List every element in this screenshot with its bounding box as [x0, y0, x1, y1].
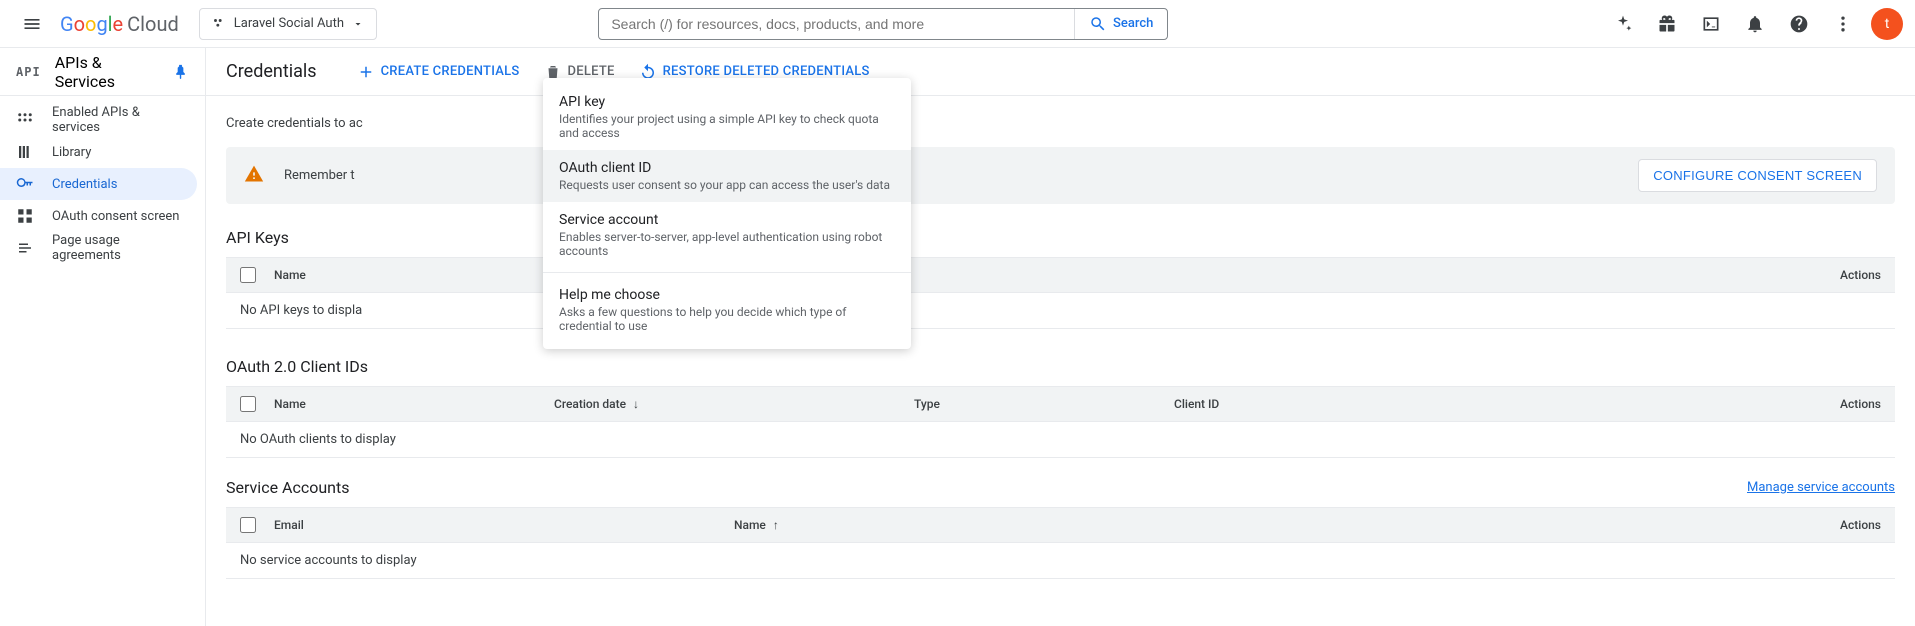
search-icon [1089, 15, 1107, 33]
select-all-checkbox[interactable] [240, 396, 256, 412]
consent-warning-banner: Remember t CONFIGURE CONSENT SCREEN [226, 147, 1895, 204]
gift-icon[interactable] [1647, 4, 1687, 44]
select-all-checkbox[interactable] [240, 267, 256, 283]
delete-label: DELETE [568, 64, 615, 79]
create-credentials-dropdown: API key Identifies your project using a … [543, 78, 911, 349]
sort-desc-icon: ↓ [633, 397, 639, 411]
notifications-icon[interactable] [1735, 4, 1775, 44]
select-all-checkbox[interactable] [240, 517, 256, 533]
more-vert-icon[interactable] [1823, 4, 1863, 44]
col-email[interactable]: Email [274, 518, 734, 532]
search-box: Search [598, 8, 1168, 40]
project-icon [212, 17, 226, 31]
col-creation-label: Creation date [554, 397, 626, 411]
dropdown-item-title: OAuth client ID [559, 160, 895, 176]
pin-icon[interactable] [172, 63, 189, 81]
api-keys-table-header: Name Restrictions Actions [226, 257, 1895, 293]
topbar: Google Cloud Laravel Social Auth Search … [0, 0, 1915, 48]
plus-icon [357, 63, 375, 81]
chevron-down-icon [352, 18, 364, 30]
dropdown-separator [543, 272, 911, 273]
api-icon: API [16, 65, 41, 79]
sidebar-item-label: OAuth consent screen [52, 209, 179, 224]
sidebar-item-enabled-apis[interactable]: Enabled APIs & services [0, 104, 197, 136]
page-title: Credentials [226, 61, 317, 82]
avatar[interactable]: t [1871, 8, 1903, 40]
warning-text: Remember t [284, 168, 355, 183]
col-client-id[interactable]: Client ID [1174, 397, 1374, 411]
oauth-empty-row: No OAuth clients to display [226, 422, 1895, 458]
main-content: Credentials CREATE CREDENTIALS DELETE RE… [206, 48, 1915, 626]
agreement-icon [16, 239, 34, 257]
sidebar-item-label: Library [52, 145, 91, 160]
sidebar: API APIs & Services Enabled APIs & servi… [0, 48, 206, 626]
dropdown-item-sub: Asks a few questions to help you decide … [559, 305, 895, 333]
oauth-table-header: Name Creation date ↓ Type Client ID Acti… [226, 386, 1895, 422]
api-keys-empty-row: No API keys to displa [226, 293, 1895, 329]
create-credentials-label: CREATE CREDENTIALS [381, 64, 520, 79]
library-icon [16, 143, 34, 161]
sidebar-item-page-usage[interactable]: Page usage agreements [0, 232, 197, 264]
intro-text: Create credentials to ac [226, 116, 1895, 131]
configure-consent-screen-button[interactable]: CONFIGURE CONSENT SCREEN [1638, 159, 1877, 192]
dropdown-item-sub: Enables server-to-server, app-level auth… [559, 230, 895, 258]
col-name[interactable]: Name [274, 268, 554, 282]
dropdown-item-title: Service account [559, 212, 895, 228]
section-title-oauth: OAuth 2.0 Client IDs [226, 357, 1895, 376]
dropdown-item-title: Help me choose [559, 287, 895, 303]
sidebar-item-label: Credentials [52, 177, 117, 192]
sidebar-item-credentials[interactable]: Credentials [0, 168, 197, 200]
dropdown-item-oauth-client-id[interactable]: OAuth client ID Requests user consent so… [543, 150, 911, 202]
col-type[interactable]: Type [914, 397, 1174, 411]
col-name-label: Name [734, 518, 766, 532]
create-credentials-button[interactable]: CREATE CREDENTIALS [357, 63, 520, 81]
dropdown-item-help-me-choose[interactable]: Help me choose Asks a few questions to h… [543, 277, 911, 343]
search-button-label: Search [1113, 16, 1153, 31]
dropdown-item-api-key[interactable]: API key Identifies your project using a … [543, 84, 911, 150]
manage-service-accounts-link[interactable]: Manage service accounts [1747, 480, 1895, 495]
sidebar-item-label: Enabled APIs & services [52, 105, 181, 135]
section-title-service-accounts: Service Accounts [226, 478, 349, 497]
avatar-letter: t [1885, 16, 1890, 32]
sort-asc-icon: ↑ [773, 518, 779, 532]
col-actions: Actions [1374, 397, 1881, 411]
sidebar-nav: Enabled APIs & services Library Credenti… [0, 96, 205, 264]
search-button[interactable]: Search [1074, 9, 1167, 39]
dropdown-item-service-account[interactable]: Service account Enables server-to-server… [543, 202, 911, 268]
page-toolbar: Credentials CREATE CREDENTIALS DELETE RE… [206, 48, 1915, 96]
logo-cloud-text: Cloud [127, 12, 179, 36]
col-name[interactable]: Name ↑ [734, 518, 1840, 532]
sidebar-item-label: Page usage agreements [52, 233, 181, 263]
google-cloud-logo[interactable]: Google Cloud [60, 12, 179, 36]
sidebar-item-oauth-consent[interactable]: OAuth consent screen [0, 200, 197, 232]
sidebar-section-header: API APIs & Services [0, 48, 205, 96]
col-actions: Actions [1840, 518, 1881, 532]
dropdown-item-title: API key [559, 94, 895, 110]
dropdown-item-sub: Identifies your project using a simple A… [559, 112, 895, 140]
sidebar-item-library[interactable]: Library [0, 136, 197, 168]
key-icon [16, 175, 34, 193]
cloud-shell-icon[interactable] [1691, 4, 1731, 44]
service-accounts-table-header: Email Name ↑ Actions [226, 507, 1895, 543]
col-creation-date[interactable]: Creation date ↓ [554, 397, 914, 411]
project-name: Laravel Social Auth [234, 16, 344, 31]
service-accounts-empty-row: No service accounts to display [226, 543, 1895, 579]
search-input[interactable] [599, 9, 1074, 39]
warning-icon [244, 164, 264, 188]
sparkle-icon[interactable] [1603, 4, 1643, 44]
help-icon[interactable] [1779, 4, 1819, 44]
col-actions: Actions [1840, 268, 1881, 282]
grid-icon [16, 111, 34, 129]
top-right-icons: t [1603, 4, 1903, 44]
restore-label: RESTORE DELETED CREDENTIALS [663, 64, 870, 79]
project-picker[interactable]: Laravel Social Auth [199, 8, 377, 40]
col-name[interactable]: Name [274, 397, 554, 411]
sidebar-section-title: APIs & Services [55, 53, 158, 91]
dropdown-item-sub: Requests user consent so your app can ac… [559, 178, 895, 192]
hamburger-menu-icon[interactable] [12, 4, 52, 44]
section-title-api-keys: API Keys [226, 228, 1895, 247]
consent-icon [16, 207, 34, 225]
